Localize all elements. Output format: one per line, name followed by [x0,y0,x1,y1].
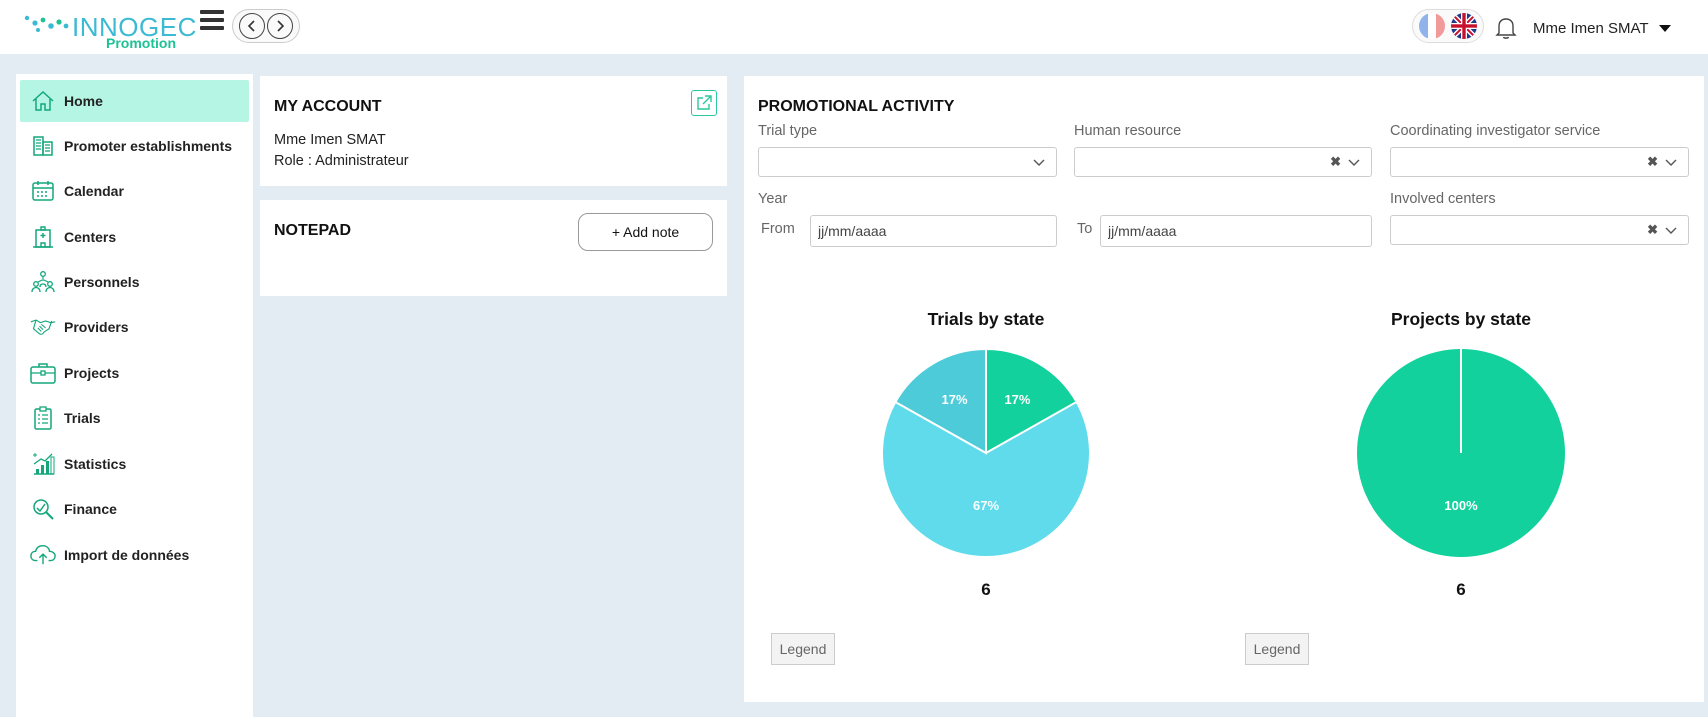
chevron-down-icon [1665,159,1677,166]
language-switcher [1412,9,1484,43]
account-name: Mme Imen SMAT [274,132,386,148]
briefcase-icon [30,360,56,386]
sidebar-item-label: Centers [64,229,117,245]
finance-search-icon [30,496,56,522]
sidebar-item-promoter-establishments[interactable]: Promoter establishments [20,125,249,167]
sidebar-item-providers[interactable]: Providers [20,306,249,348]
chevron-right-icon[interactable] [267,13,293,39]
top-bar: INNOGEC Promotion Mme Imen SMAT [0,0,1708,54]
clear-icon[interactable]: ✖ [1647,222,1658,238]
promotional-activity-card: PROMOTIONAL ACTIVITY Trial type Human re… [744,76,1704,702]
sidebar-item-label: Promoter establishments [64,138,233,154]
french-flag-icon[interactable] [1419,13,1445,39]
notepad-title: NOTEPAD [274,222,352,239]
sidebar-item-import[interactable]: Import de données [20,534,249,576]
sidebar-item-label: Home [64,93,103,109]
pie-slice-label: 17% [1004,392,1030,407]
involved-centers-select[interactable]: ✖ [1390,215,1689,245]
pie-slice-label: 100% [1444,498,1478,513]
home-icon [30,88,56,114]
sidebar-item-projects[interactable]: Projects [20,352,249,394]
to-label: To [1077,221,1093,237]
chart-total-trials: 6 [981,580,991,599]
clipboard-icon [30,405,56,431]
add-note-button[interactable]: + Add note [578,213,713,251]
caret-down-icon [1658,25,1671,32]
my-account-card: MY ACCOUNT Mme Imen SMAT Role : Administ… [260,76,727,186]
people-icon [30,269,56,295]
sidebar: Home Promoter establishments Calendar Ce… [16,74,253,717]
pie-slice-label: 67% [973,498,999,513]
sidebar-item-label: Personnels [64,274,140,290]
projects-pie-chart: 100% [1357,349,1565,557]
year-label: Year [758,191,788,207]
sidebar-item-label: Projects [64,365,120,381]
clear-icon[interactable]: ✖ [1330,154,1341,170]
menu-toggle-icon[interactable] [200,10,226,32]
coordinating-investigator-label: Coordinating investigator service [1390,123,1601,139]
sidebar-item-label: Trials [64,410,101,426]
from-date-input[interactable] [810,215,1057,247]
sidebar-item-home[interactable]: Home [20,80,249,122]
chart-title-projects: Projects by state [1390,309,1532,329]
logo-dots-icon [24,15,69,32]
chart-title-trials: Trials by state [927,309,1045,329]
pie-slice-label: 17% [942,392,968,407]
chevron-down-icon [1348,159,1360,166]
innogec-logo[interactable]: INNOGEC Promotion [24,8,196,52]
chevron-down-icon [1033,159,1045,166]
bell-icon[interactable] [1495,16,1517,40]
hospital-icon [30,224,56,250]
trial-type-label: Trial type [758,123,818,139]
calendar-icon [30,178,56,204]
handshake-icon [30,314,56,340]
sidebar-item-trials[interactable]: Trials [20,397,249,439]
to-date-input[interactable] [1100,215,1372,247]
my-account-title: MY ACCOUNT [274,98,382,115]
brand-subtitle: Promotion [106,35,176,51]
chevron-down-icon [1665,227,1677,234]
clear-icon[interactable]: ✖ [1647,154,1658,170]
cloud-upload-icon [30,542,56,568]
promotional-activity-title: PROMOTIONAL ACTIVITY [758,98,955,115]
sidebar-item-label: Statistics [64,456,127,472]
building-icon [30,133,56,159]
legend-button-trials[interactable]: Legend [771,633,835,665]
sidebar-item-personnels[interactable]: Personnels [20,261,249,303]
legend-button-projects[interactable]: Legend [1245,633,1309,665]
sidebar-item-finance[interactable]: Finance [20,488,249,530]
sidebar-item-statistics[interactable]: Statistics [20,443,249,485]
human-resource-label: Human resource [1074,123,1182,139]
external-link-icon[interactable] [691,90,717,116]
sidebar-item-label: Providers [64,319,129,335]
account-role: Role : Administrateur [274,153,409,169]
sidebar-item-calendar[interactable]: Calendar [20,170,249,212]
sidebar-item-centers[interactable]: Centers [20,216,249,258]
sidebar-item-label: Finance [64,501,117,517]
human-resource-select[interactable]: ✖ [1074,147,1372,177]
sidebar-item-label: Calendar [64,183,124,199]
user-name: Mme Imen SMAT [1533,20,1649,37]
stats-icon [30,451,56,477]
user-menu[interactable]: Mme Imen SMAT [1533,20,1671,37]
trial-type-select[interactable] [758,147,1057,177]
history-nav [232,9,300,43]
notepad-card: NOTEPAD + Add note [260,200,727,296]
coordinating-investigator-select[interactable]: ✖ [1390,147,1689,177]
from-label: From [761,221,795,237]
chart-total-projects: 6 [1456,580,1466,599]
chevron-left-icon[interactable] [239,13,265,39]
sidebar-item-label: Import de données [64,547,190,563]
trials-pie-chart: 17% 67% 17% [881,347,1091,558]
involved-centers-label: Involved centers [1390,191,1496,207]
uk-flag-icon[interactable] [1451,13,1477,39]
